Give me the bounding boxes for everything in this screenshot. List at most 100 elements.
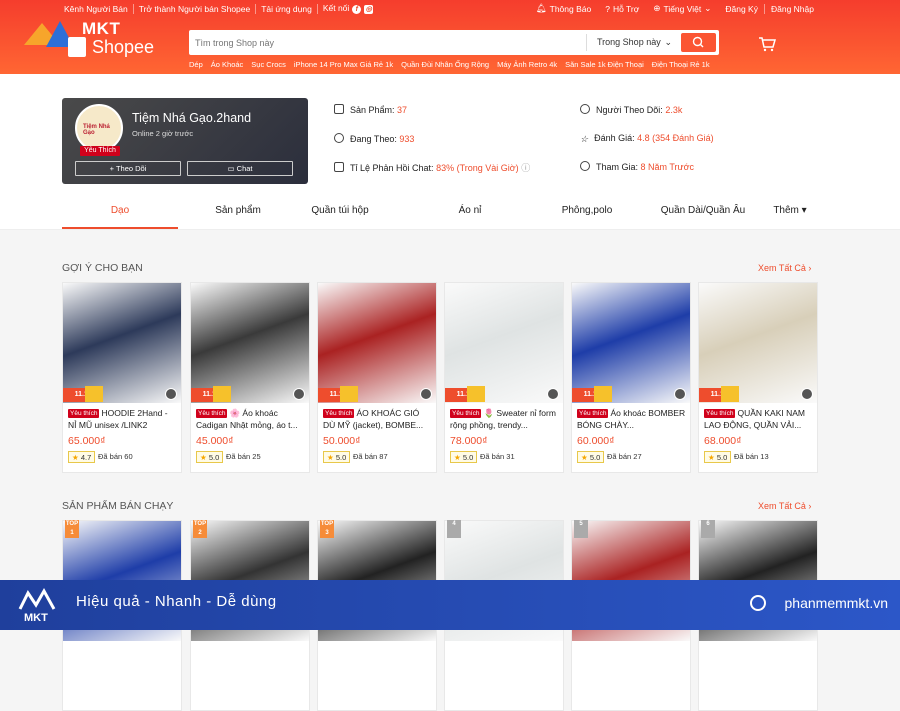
voucher-badge xyxy=(85,386,103,402)
stat-joined: Tham Gia: 8 Năm Trước xyxy=(580,161,694,172)
tab-more[interactable]: Thêm ▾ xyxy=(764,196,816,229)
user-plus-icon xyxy=(334,133,344,143)
tab-sweaters[interactable]: Áo nỉ xyxy=(412,196,528,229)
voucher-badge xyxy=(594,386,612,402)
favorite-tag: Yêu thích xyxy=(577,409,609,418)
chat-button[interactable]: ▭ Chat xyxy=(187,161,293,176)
suggestion-link[interactable]: Áo Khoác xyxy=(211,60,244,69)
chevron-down-icon: ⌄ xyxy=(664,37,672,47)
shop-name: Tiệm Nhá Gạo.2hand xyxy=(132,111,252,125)
stat-chat-response: Tỉ Lệ Phản Hồi Chat: 83% (Trong Vài Giờ)… xyxy=(334,161,530,174)
shopee-logo[interactable]: MKT Shopee xyxy=(24,19,164,59)
seller-channel-link[interactable]: Kênh Người Bán xyxy=(64,3,134,14)
star-icon: ★ xyxy=(327,453,336,462)
suggestion-link[interactable]: Săn Sale 1k Điện Thoại xyxy=(565,60,644,69)
favorite-tag: Yêu thích xyxy=(196,409,228,418)
product-sold: Đã bán 60 xyxy=(98,452,133,461)
see-all-suggested-link[interactable]: Xem Tất Cả › xyxy=(758,263,811,273)
suggestion-link[interactable]: iPhone 14 Pro Max Giá Rẻ 1k xyxy=(294,60,393,69)
product-price: 78.000₫ xyxy=(450,435,488,447)
instagram-icon[interactable]: ◎ xyxy=(364,5,374,14)
stat-products: Sản Phẩm: 37 xyxy=(334,104,407,115)
star-icon: ★ xyxy=(708,453,717,462)
search-input[interactable] xyxy=(195,35,575,50)
chat-bubble-icon xyxy=(334,162,344,172)
tab-trousers[interactable]: Quần Dài/Quần Âu xyxy=(644,196,762,229)
search-bar: Trong Shop này ⌄ xyxy=(189,30,719,55)
favorite-tag: Yêu thích xyxy=(450,409,482,418)
product-sold: Đã bán 27 xyxy=(607,452,642,461)
voucher-badge xyxy=(467,386,485,402)
tab-products[interactable]: Sản phẩm xyxy=(180,196,296,229)
product-price: 45.000₫ xyxy=(196,435,234,447)
play-video-icon[interactable] xyxy=(420,388,432,400)
product-card[interactable]: 11.11 Yêu thích HOODIE 2Hand - NỈ MŨ unise… xyxy=(62,282,182,473)
login-link[interactable]: Đăng Nhập xyxy=(763,3,814,14)
notifications-link[interactable]: 🔔︎ Thông Báo xyxy=(536,3,591,14)
suggestion-link[interactable]: Điện Thoại Rẻ 1k xyxy=(652,60,710,69)
play-video-icon[interactable] xyxy=(165,388,177,400)
footer-website[interactable]: phanmemmkt.vn xyxy=(785,595,888,611)
product-card[interactable]: 11.11 Yêu thích 🌷 Sweater nỉ form rộng phồ… xyxy=(444,282,564,473)
product-title[interactable]: Yêu thích ÁO KHOÁC GIÓ DÙ MỸ (jacket), BO… xyxy=(323,407,433,431)
play-video-icon[interactable] xyxy=(547,388,559,400)
product-rating: ★ 5.0 xyxy=(704,451,732,463)
suggestion-link[interactable]: Quần Đùi Nhân Ống Rộng xyxy=(401,60,489,69)
product-card[interactable]: 11.11 Yêu thích ÁO KHOÁC GIÓ DÙ MỸ (jacket… xyxy=(317,282,437,473)
voucher-badge xyxy=(340,386,358,402)
register-link[interactable]: Đăng Ký xyxy=(725,4,758,14)
tab-cargo-pants[interactable]: Quần túi hộp xyxy=(282,196,398,229)
star-icon: ☆ xyxy=(580,134,589,144)
product-card[interactable]: 11.11 Yêu thích QUẦN KAKI NAM LAO ĐỘNG, QU… xyxy=(698,282,818,473)
search-scope-select[interactable]: Trong Shop này ⌄ xyxy=(586,34,678,51)
star-icon: ★ xyxy=(72,453,81,462)
product-image[interactable] xyxy=(63,283,181,403)
product-title[interactable]: Yêu thích Áo khoác BOMBER BÓNG CHÀY... xyxy=(577,407,687,431)
product-title[interactable]: Yêu thích QUẦN KAKI NAM LAO ĐỘNG, QUẦN VẢ… xyxy=(704,407,814,431)
user-icon xyxy=(580,161,590,171)
play-video-icon[interactable] xyxy=(674,388,686,400)
voucher-badge xyxy=(721,386,739,402)
product-title[interactable]: Yêu thích 🌸 Áo khoác Cadigan Nhật mỏng, á… xyxy=(196,407,306,431)
facebook-icon[interactable]: f xyxy=(352,5,362,14)
product-title[interactable]: Yêu thích HOODIE 2Hand - NỈ MŨ unisex /LI… xyxy=(68,407,178,431)
product-image[interactable] xyxy=(699,283,817,403)
top-rank-badge: TOP 2 xyxy=(193,520,207,538)
stat-rating: ☆ Đánh Giá: 4.8 (354 Đánh Giá) xyxy=(580,133,714,144)
tab-tshirts-polo[interactable]: Phông,polo xyxy=(529,196,645,229)
favorite-tag: Yêu thích xyxy=(704,409,736,418)
download-app-link[interactable]: Tải ứng dụng xyxy=(256,3,318,14)
follow-button[interactable]: + Theo Dõi xyxy=(75,161,181,176)
mkt-brand-text: MKT xyxy=(82,19,121,38)
product-image[interactable] xyxy=(445,283,563,403)
suggestion-link[interactable]: Sục Crocs xyxy=(251,60,286,69)
store-icon xyxy=(334,104,344,114)
product-image[interactable] xyxy=(572,283,690,403)
play-video-icon[interactable] xyxy=(801,388,813,400)
suggestion-link[interactable]: Máy Ảnh Retro 4k xyxy=(497,60,557,69)
product-image[interactable] xyxy=(318,283,436,403)
info-icon[interactable]: ⓘ xyxy=(521,163,530,173)
language-select[interactable]: ⊕ Tiếng Việt ⌄ xyxy=(653,3,711,14)
star-icon: ★ xyxy=(200,453,209,462)
product-rating: ★ 5.0 xyxy=(577,451,605,463)
product-card[interactable]: 11.11 Yêu thích 🌸 Áo khoác Cadigan Nhật mỏ… xyxy=(190,282,310,473)
suggestion-link[interactable]: Dép xyxy=(189,60,203,69)
bestsellers-section-title: SẢN PHẨM BÁN CHẠY xyxy=(62,500,174,512)
mkt-footer-logo: MKT xyxy=(16,583,62,625)
product-title[interactable]: Yêu thích 🌷 Sweater nỉ form rộng phồng, t… xyxy=(450,407,560,431)
cart-icon[interactable] xyxy=(758,36,776,52)
shopee-bag-icon xyxy=(68,37,86,57)
product-image[interactable] xyxy=(191,283,309,403)
product-card[interactable]: 11.11 Yêu thích Áo khoác BOMBER BÓNG CHÀY.… xyxy=(571,282,691,473)
help-link[interactable]: ? Hỗ Trợ xyxy=(605,4,639,14)
product-rating: ★ 4.7 xyxy=(68,451,96,463)
see-all-bestsellers-link[interactable]: Xem Tất Cả › xyxy=(758,501,811,511)
become-seller-link[interactable]: Trở thành Người bán Shopee xyxy=(134,3,257,14)
play-video-icon[interactable] xyxy=(293,388,305,400)
search-icon xyxy=(692,36,704,48)
product-rating: ★ 5.0 xyxy=(450,451,478,463)
search-button[interactable] xyxy=(681,33,716,52)
tab-browse[interactable]: Dạo xyxy=(62,196,178,229)
shop-avatar[interactable]: Tiệm Nhá Gạo xyxy=(75,104,123,152)
